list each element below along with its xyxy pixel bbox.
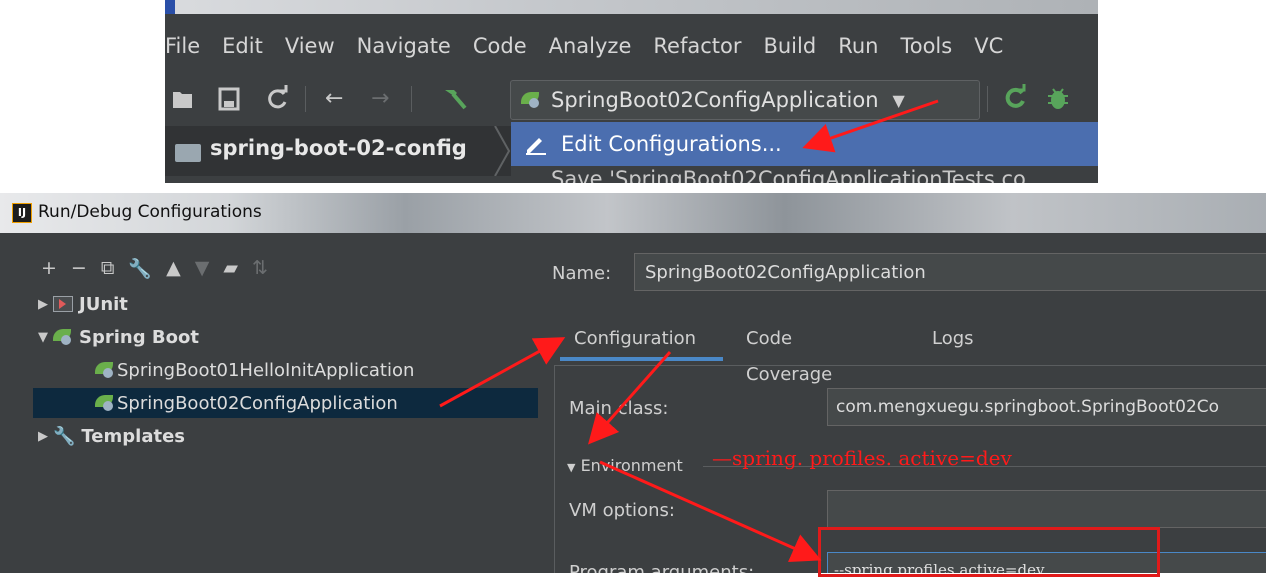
menu-file[interactable]: File <box>165 34 200 58</box>
main-class-label: Main class: <box>569 398 669 419</box>
forward-arrow-icon[interactable]: → <box>371 76 389 122</box>
run-config-dropdown-menu: Edit Configurations... Save 'SpringBoot0… <box>511 122 1098 183</box>
project-folder-icon <box>175 144 201 162</box>
configurations-tree-pane: + − ⧉ 🔧 ▲ ▼ ▰ ⇅ ▶ JUnit ▼ Spring Boot Sp… <box>33 233 539 573</box>
save-configuration-label: Save 'SpringBoot02ConfigApplicationTests… <box>551 168 1026 183</box>
run-debug-configurations-dialog: IJ Run/Debug Configurations + − ⧉ 🔧 ▲ ▼ … <box>0 193 1266 573</box>
copy-icon[interactable]: ⧉ <box>101 257 115 279</box>
dialog-title-bar: IJ Run/Debug Configurations <box>0 193 1266 233</box>
active-tab-indicator <box>560 357 723 361</box>
menu-navigate[interactable]: Navigate <box>357 34 451 58</box>
tree-toolbar: + − ⧉ 🔧 ▲ ▼ ▰ ⇅ <box>41 255 282 281</box>
tree-label-springboot01: SpringBoot01HelloInitApplication <box>117 359 415 381</box>
menu-vcs[interactable]: VC <box>974 34 1003 58</box>
intellij-icon: IJ <box>12 203 32 223</box>
collapse-arrow-icon[interactable]: ▼ <box>33 330 53 345</box>
move-down-icon[interactable]: ▼ <box>195 257 210 279</box>
main-class-input[interactable]: com.mengxuegu.springboot.SpringBoot02Co <box>827 388 1266 426</box>
configuration-details-pane: Name: SpringBoot02ConfigApplication Conf… <box>538 233 1266 573</box>
project-breadcrumb[interactable]: spring-boot-02-config <box>165 126 511 176</box>
move-up-icon[interactable]: ▲ <box>166 257 181 279</box>
ide-title-strip <box>165 0 1098 14</box>
menu-code[interactable]: Code <box>473 34 527 58</box>
run-configuration-label: SpringBoot02ConfigApplication <box>551 88 879 112</box>
program-arguments-label: Program arguments: <box>569 562 755 573</box>
pencil-icon <box>526 138 546 155</box>
tab-code-coverage[interactable]: Code Coverage <box>746 321 832 385</box>
menu-refactor[interactable]: Refactor <box>653 34 741 58</box>
wrench-icon: 🔧 <box>53 425 76 447</box>
tree-label-springboot02: SpringBoot02ConfigApplication <box>117 392 398 414</box>
project-name: spring-boot-02-config <box>210 136 467 160</box>
menu-analyze[interactable]: Analyze <box>549 34 632 58</box>
annotation-highlight-box <box>818 527 1160 577</box>
name-input[interactable]: SpringBoot02ConfigApplication <box>634 253 1266 291</box>
spring-boot-app-icon <box>95 395 115 411</box>
menu-run[interactable]: Run <box>838 34 878 58</box>
menu-view[interactable]: View <box>285 34 335 58</box>
dialog-title: Run/Debug Configurations <box>38 202 262 222</box>
menu-tools[interactable]: Tools <box>900 34 952 58</box>
expand-arrow-icon[interactable]: ▶ <box>33 429 53 444</box>
intellij-icon <box>165 0 175 14</box>
edit-configurations-label: Edit Configurations... <box>561 132 782 156</box>
vm-options-input[interactable] <box>827 490 1266 528</box>
wrench-icon[interactable]: 🔧 <box>128 257 152 280</box>
add-icon[interactable]: + <box>41 257 57 279</box>
tree-item-springboot02[interactable]: SpringBoot02ConfigApplication <box>33 388 538 418</box>
tree-label-spring-boot: Spring Boot <box>79 326 199 348</box>
tree-label-junit: JUnit <box>79 293 128 315</box>
collapse-triangle-icon: ▼ <box>567 461 576 474</box>
tab-configuration[interactable]: Configuration <box>574 321 696 359</box>
spring-boot-icon <box>53 329 73 345</box>
breadcrumb-chevron-icon <box>494 126 511 176</box>
menu-edit[interactable]: Edit <box>222 34 263 58</box>
tree-node-junit[interactable]: ▶ JUnit <box>33 289 538 319</box>
junit-icon <box>53 296 73 312</box>
tree-node-spring-boot[interactable]: ▼ Spring Boot <box>33 322 538 352</box>
ide-window-crop: File Edit View Navigate Code Analyze Ref… <box>165 0 1098 183</box>
environment-label: Environment <box>580 456 683 475</box>
tab-logs[interactable]: Logs <box>932 321 974 359</box>
new-folder-icon[interactable]: ▰ <box>223 257 238 279</box>
spring-boot-icon <box>521 92 541 108</box>
name-label: Name: <box>552 263 612 284</box>
menu-build[interactable]: Build <box>763 34 816 58</box>
save-configuration-menu-item[interactable]: Save 'SpringBoot02ConfigApplicationTests… <box>511 168 1098 183</box>
vm-options-label: VM options: <box>569 500 675 521</box>
spring-boot-app-icon <box>95 362 115 378</box>
menu-bar: File Edit View Navigate Code Analyze Ref… <box>165 26 1025 66</box>
tree-node-templates[interactable]: ▶ 🔧 Templates <box>33 421 538 451</box>
environment-section-toggle[interactable]: ▼ Environment <box>567 456 683 475</box>
tree-label-templates: Templates <box>81 425 186 447</box>
edit-configurations-menu-item[interactable]: Edit Configurations... <box>511 122 1098 166</box>
sort-icon[interactable]: ⇅ <box>252 257 268 279</box>
remove-icon[interactable]: − <box>71 257 87 279</box>
expand-arrow-icon[interactable]: ▶ <box>33 297 53 312</box>
annotation-profile-text: —spring. profiles. active=dev <box>712 446 1012 470</box>
tree-item-springboot01[interactable]: SpringBoot01HelloInitApplication <box>33 355 538 385</box>
run-configuration-selector[interactable]: SpringBoot02ConfigApplication ▼ <box>510 80 980 120</box>
back-arrow-icon[interactable]: ← <box>325 76 343 122</box>
chevron-down-icon: ▼ <box>892 90 905 110</box>
